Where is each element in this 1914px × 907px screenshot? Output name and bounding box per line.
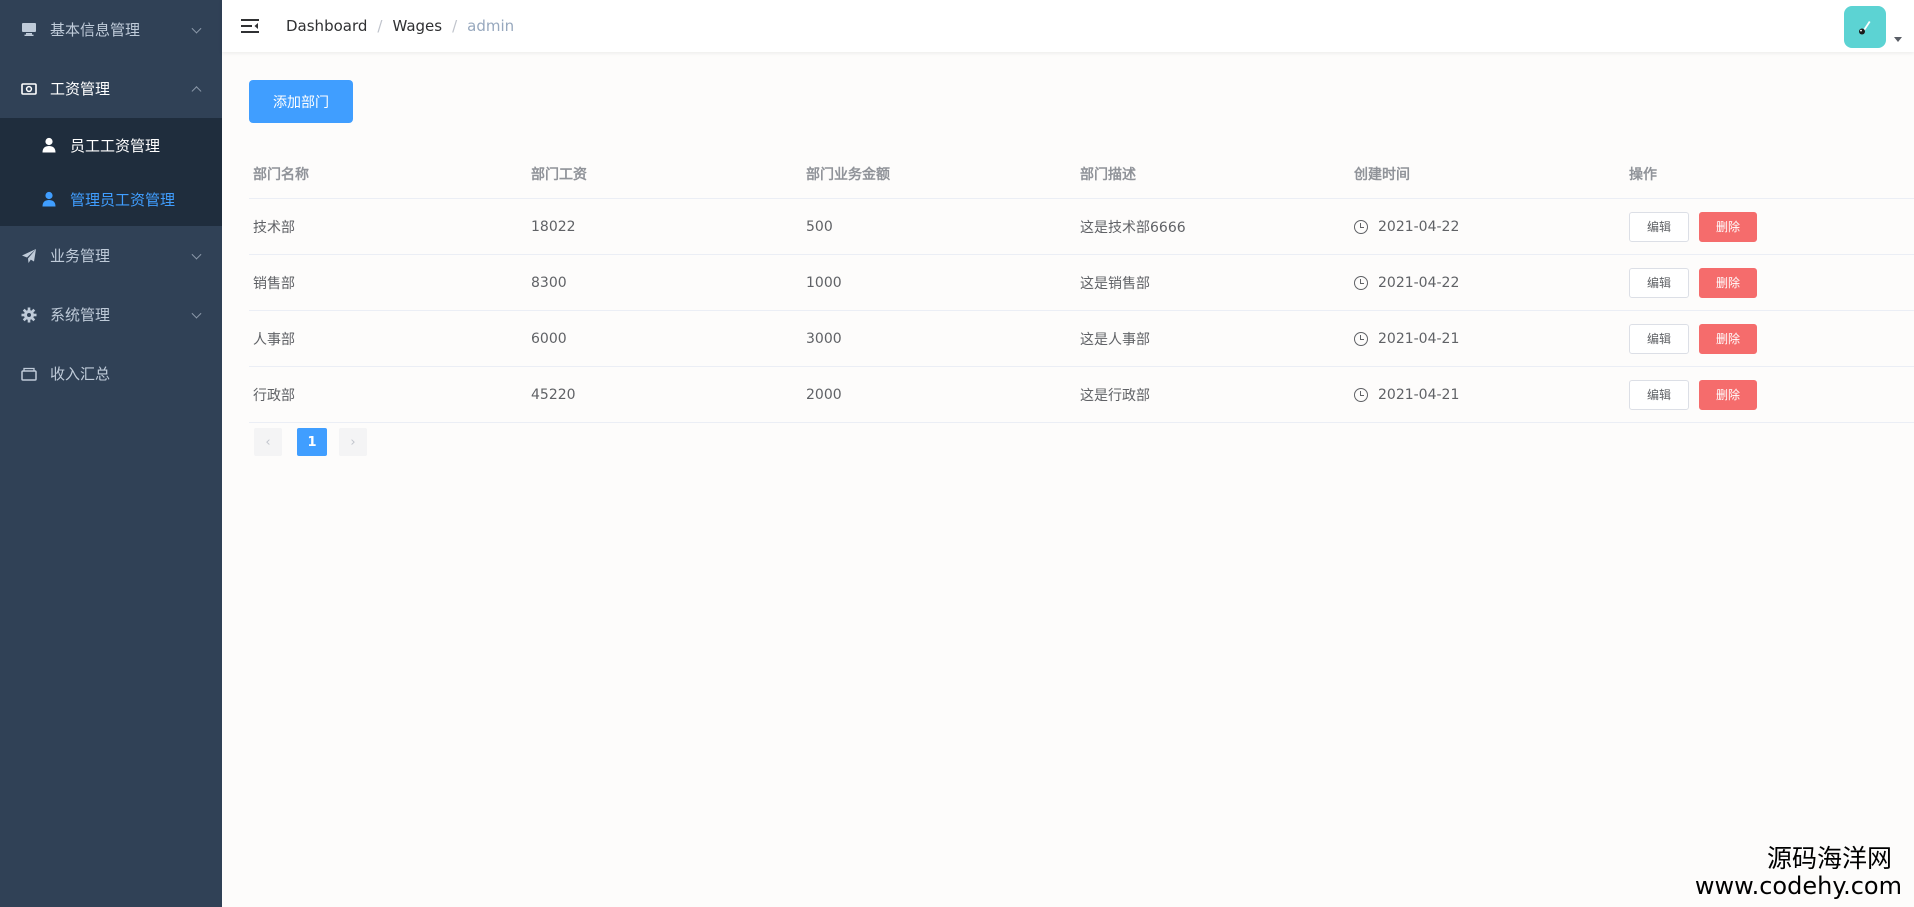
breadcrumb-separator: /: [452, 17, 458, 35]
clock-icon: [1354, 219, 1368, 234]
chevron-down-icon: [191, 308, 202, 319]
send-icon: [20, 247, 38, 265]
dept-name-cell: 行政部: [253, 387, 295, 404]
sidebar-item-label: 管理员工资管理: [70, 190, 176, 209]
sidebar-item-label: 工资管理: [50, 80, 111, 98]
dept-name-cell: 技术部: [253, 219, 295, 236]
dept-wage-cell: 18022: [531, 218, 576, 235]
dept-amount-cell: 2000: [806, 386, 842, 403]
created-time-cell: 2021-04-21: [1350, 331, 1625, 347]
column-header: 部门描述: [1080, 166, 1136, 183]
sidebar-item-income-summary[interactable]: 收入汇总: [0, 344, 222, 403]
watermark-url: www.codehy.com: [1694, 872, 1902, 901]
created-date: 2021-04-21: [1378, 330, 1460, 347]
department-table: 部门名称 部门工资 部门业务金额 部门描述 创建时间 操作 技术部 18022 …: [249, 149, 1914, 423]
dept-name-cell: 销售部: [253, 275, 295, 292]
column-header: 操作: [1629, 166, 1657, 183]
breadcrumb-current: admin: [467, 17, 515, 35]
sidebar-item-admin-wages[interactable]: 管理员工资管理: [0, 172, 222, 226]
actions-cell: 编辑 删除: [1625, 211, 1914, 242]
sidebar-item-basic-info[interactable]: 基本信息管理: [0, 0, 222, 59]
dept-name-cell: 人事部: [253, 331, 295, 348]
edit-button[interactable]: 编辑: [1629, 211, 1689, 242]
gear-icon: [20, 306, 38, 324]
watermark-site-name: 源码海洋网: [1766, 843, 1892, 873]
dept-wage-cell: 6000: [531, 330, 567, 347]
chevron-down-icon: [191, 23, 202, 34]
dept-desc-cell: 这是人事部: [1080, 331, 1150, 348]
breadcrumb: Dashboard / Wages / admin: [286, 17, 514, 35]
caret-down-icon[interactable]: [1894, 37, 1902, 42]
actions-cell: 编辑 删除: [1625, 323, 1914, 354]
delete-button[interactable]: 删除: [1699, 267, 1757, 298]
dept-desc-cell: 这是销售部: [1080, 275, 1150, 292]
dept-amount-cell: 500: [806, 218, 833, 235]
column-header: 部门工资: [531, 166, 587, 183]
next-page-button[interactable]: ›: [339, 428, 367, 456]
watermark: 源码海洋网 www.codehy.com: [1694, 843, 1902, 901]
edit-button[interactable]: 编辑: [1629, 323, 1689, 354]
breadcrumb-wages[interactable]: Wages: [392, 17, 442, 35]
column-header: 部门业务金额: [806, 166, 890, 183]
user-icon: [40, 190, 58, 208]
created-time-cell: 2021-04-22: [1350, 219, 1625, 235]
table-row: 技术部 18022 500 这是技术部6666 2021-04-22 编辑 删除: [249, 199, 1914, 255]
sidebar: 基本信息管理 工资管理 员工工资管理 管理员工资管理 业务管理 系统管理 收入汇…: [0, 0, 222, 907]
dept-wage-cell: 8300: [531, 274, 567, 291]
page-number-current[interactable]: 1: [297, 428, 327, 456]
clock-icon: [1354, 275, 1368, 290]
hamburger-icon[interactable]: [240, 16, 260, 36]
actions-cell: 编辑 删除: [1625, 379, 1914, 410]
chevron-down-icon: [191, 249, 202, 260]
clock-icon: [1354, 387, 1368, 402]
sidebar-item-label: 系统管理: [50, 306, 111, 324]
sidebar-item-label: 基本信息管理: [50, 21, 141, 39]
main-content: 添加部门 部门名称 部门工资 部门业务金额 部门描述 创建时间 操作 技术部 1…: [222, 52, 1914, 907]
breadcrumb-separator: /: [377, 17, 383, 35]
table-row: 行政部 45220 2000 这是行政部 2021-04-21 编辑 删除: [249, 367, 1914, 423]
prev-page-button[interactable]: ‹: [254, 428, 282, 456]
chevron-up-icon: [191, 85, 202, 96]
clock-icon: [1354, 331, 1368, 346]
wallet-icon: [20, 365, 38, 383]
created-time-cell: 2021-04-21: [1350, 387, 1625, 403]
sidebar-item-business[interactable]: 业务管理: [0, 226, 222, 285]
column-header: 部门名称: [253, 166, 309, 183]
breadcrumb-dashboard[interactable]: Dashboard: [286, 17, 367, 35]
actions-cell: 编辑 删除: [1625, 267, 1914, 298]
table-row: 人事部 6000 3000 这是人事部 2021-04-21 编辑 删除: [249, 311, 1914, 367]
user-icon: [40, 136, 58, 154]
add-department-button[interactable]: 添加部门: [249, 80, 353, 123]
navbar: Dashboard / Wages / admin: [222, 0, 1914, 52]
sidebar-item-system[interactable]: 系统管理: [0, 285, 222, 344]
money-icon: [20, 80, 38, 98]
delete-button[interactable]: 删除: [1699, 379, 1757, 410]
edit-button[interactable]: 编辑: [1629, 267, 1689, 298]
column-header: 创建时间: [1354, 166, 1410, 183]
created-date: 2021-04-22: [1378, 274, 1460, 291]
user-menu[interactable]: [1844, 6, 1902, 48]
created-date: 2021-04-21: [1378, 386, 1460, 403]
delete-button[interactable]: 删除: [1699, 211, 1757, 242]
sidebar-item-label: 收入汇总: [50, 365, 111, 383]
table-header: 部门名称 部门工资 部门业务金额 部门描述 创建时间 操作: [249, 149, 1914, 199]
dept-wage-cell: 45220: [531, 386, 576, 403]
wages-submenu: 员工工资管理 管理员工资管理: [0, 118, 222, 226]
delete-button[interactable]: 删除: [1699, 323, 1757, 354]
avatar[interactable]: [1844, 6, 1886, 48]
sidebar-item-employee-wages[interactable]: 员工工资管理: [0, 118, 222, 172]
sidebar-item-label: 员工工资管理: [70, 136, 161, 155]
pagination: ‹ 1 ›: [254, 428, 382, 456]
sidebar-item-label: 业务管理: [50, 247, 111, 265]
created-time-cell: 2021-04-22: [1350, 275, 1625, 291]
monitor-icon: [20, 21, 38, 39]
table-row: 销售部 8300 1000 这是销售部 2021-04-22 编辑 删除: [249, 255, 1914, 311]
dept-amount-cell: 3000: [806, 330, 842, 347]
dept-amount-cell: 1000: [806, 274, 842, 291]
edit-button[interactable]: 编辑: [1629, 379, 1689, 410]
sidebar-item-wages[interactable]: 工资管理: [0, 59, 222, 118]
created-date: 2021-04-22: [1378, 218, 1460, 235]
dept-desc-cell: 这是技术部6666: [1080, 219, 1186, 236]
dept-desc-cell: 这是行政部: [1080, 387, 1150, 404]
